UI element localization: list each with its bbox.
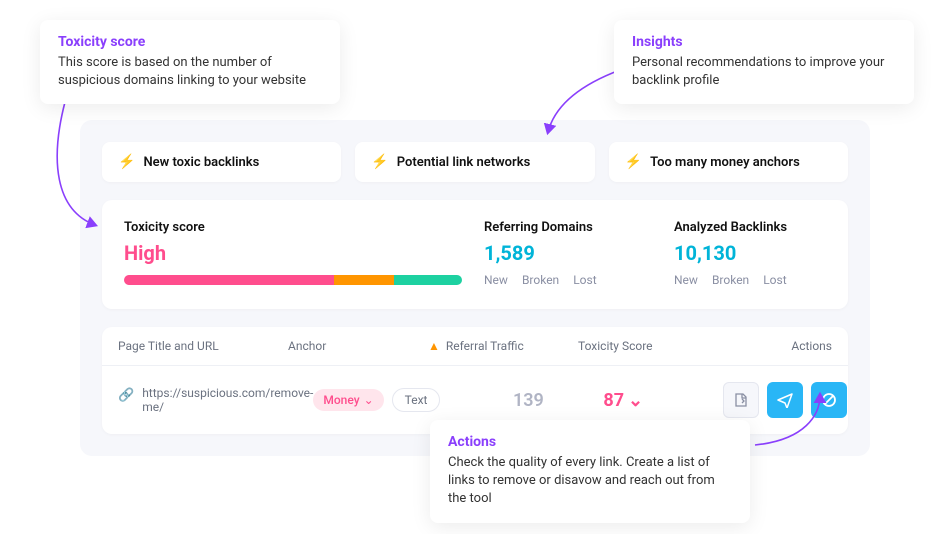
url-text: https://suspicious.com/remove-me/ <box>142 386 313 414</box>
callout-toxicity-text: This score is based on the number of sus… <box>58 54 322 90</box>
stat-analyzed-value: 10,130 <box>674 241 826 265</box>
anchor-money-pill[interactable]: Money ⌄ <box>313 389 383 411</box>
chevron-down-icon: ⌄ <box>628 390 643 411</box>
callout-actions-text: Check the quality of every link. Create … <box>448 454 732 509</box>
dashboard-panel: ⚡ New toxic backlinks ⚡ Potential link n… <box>80 120 870 456</box>
subtab-lost[interactable]: Lost <box>573 273 596 287</box>
subtab-lost[interactable]: Lost <box>763 273 786 287</box>
backlinks-table: Page Title and URL Anchor ▲ Referral Tra… <box>102 327 848 434</box>
callout-actions: Actions Check the quality of every link.… <box>430 420 750 523</box>
header-page-title: Page Title and URL <box>118 339 288 353</box>
header-actions: Actions <box>698 339 832 353</box>
toxicity-bar <box>124 275 462 285</box>
pill-too-many-money-anchors[interactable]: ⚡ Too many money anchors <box>609 142 848 182</box>
stat-referring-value: 1,589 <box>484 241 674 265</box>
bar-segment-high <box>124 275 334 285</box>
insight-pills-row: ⚡ New toxic backlinks ⚡ Potential link n… <box>102 142 848 182</box>
sub-tabs: New Broken Lost <box>674 273 826 287</box>
callout-insights: Insights Personal recommendations to imp… <box>614 20 914 104</box>
disavow-button[interactable] <box>811 382 847 418</box>
pill-label: Potential link networks <box>397 155 531 170</box>
export-button[interactable] <box>723 382 759 418</box>
analytics-icon: ▲ <box>428 339 440 353</box>
stat-toxicity-label: Toxicity score <box>124 220 462 235</box>
anchor-text-pill[interactable]: Text <box>392 388 441 412</box>
stat-toxicity: Toxicity score High <box>124 220 484 287</box>
sub-tabs: New Broken Lost <box>484 273 674 287</box>
pill-potential-link-networks[interactable]: ⚡ Potential link networks <box>355 142 594 182</box>
stat-analyzed-backlinks: Analyzed Backlinks 10,130 New Broken Los… <box>674 220 826 287</box>
callout-toxicity: Toxicity score This score is based on th… <box>40 20 340 104</box>
header-toxicity: Toxicity Score <box>578 339 698 353</box>
send-button[interactable] <box>767 382 803 418</box>
callout-insights-text: Personal recommendations to improve your… <box>632 54 896 90</box>
cell-toxicity[interactable]: 87 ⌄ <box>603 390 723 411</box>
pill-new-toxic-backlinks[interactable]: ⚡ New toxic backlinks <box>102 142 341 182</box>
stat-toxicity-value: High <box>124 241 462 265</box>
header-traffic: ▲ Referral Traffic <box>428 339 578 353</box>
cell-anchor: Money ⌄ Text <box>313 388 453 412</box>
callout-toxicity-title: Toxicity score <box>58 34 322 50</box>
callout-insights-title: Insights <box>632 34 896 50</box>
export-icon <box>733 392 749 408</box>
chevron-down-icon: ⌄ <box>364 393 374 407</box>
block-icon <box>821 392 837 408</box>
cell-traffic: 139 <box>453 390 603 411</box>
subtab-new[interactable]: New <box>674 273 698 287</box>
subtab-broken[interactable]: Broken <box>522 273 559 287</box>
cell-actions <box>723 382 847 418</box>
stat-referring-domains: Referring Domains 1,589 New Broken Lost <box>484 220 674 287</box>
send-icon <box>777 392 793 408</box>
bar-segment-low <box>394 275 462 285</box>
bolt-icon: ⚡ <box>371 154 388 170</box>
stat-referring-label: Referring Domains <box>484 220 674 235</box>
bolt-icon: ⚡ <box>625 154 642 170</box>
bar-segment-medium <box>334 275 395 285</box>
pill-label: New toxic backlinks <box>143 155 259 170</box>
cell-url[interactable]: 🔗 https://suspicious.com/remove-me/ <box>118 386 313 414</box>
stats-card: Toxicity score High Referring Domains 1,… <box>102 200 848 309</box>
link-icon: 🔗 <box>118 388 134 403</box>
bolt-icon: ⚡ <box>118 154 135 170</box>
subtab-broken[interactable]: Broken <box>712 273 749 287</box>
header-anchor: Anchor <box>288 339 428 353</box>
table-header: Page Title and URL Anchor ▲ Referral Tra… <box>102 327 848 366</box>
subtab-new[interactable]: New <box>484 273 508 287</box>
stat-analyzed-label: Analyzed Backlinks <box>674 220 826 235</box>
callout-actions-title: Actions <box>448 434 732 450</box>
pill-label: Too many money anchors <box>650 155 800 170</box>
